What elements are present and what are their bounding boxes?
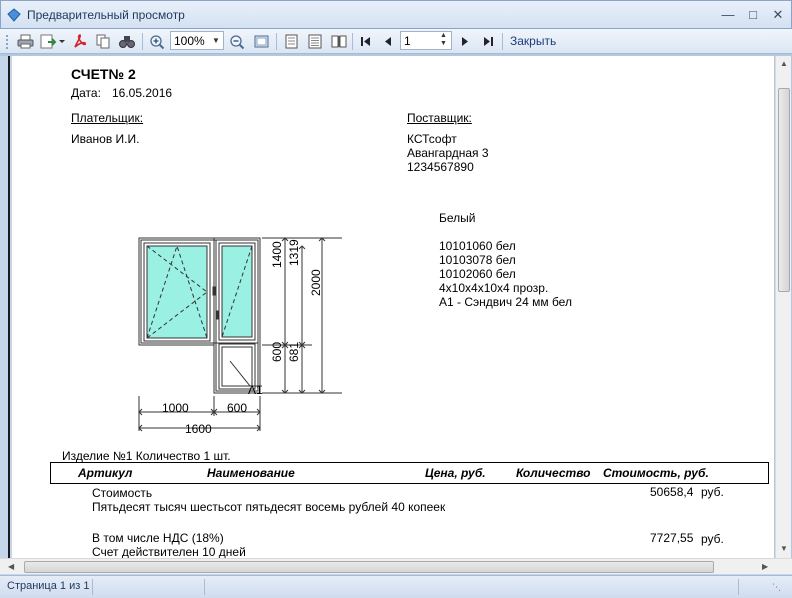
column-header: Цена, руб.	[425, 466, 486, 480]
find-icon[interactable]	[116, 32, 138, 51]
column-header: Наименование	[207, 466, 295, 480]
vertical-scrollbar[interactable]: ▲ ▼	[775, 56, 791, 558]
scroll-left-icon[interactable]: ◀	[8, 562, 14, 571]
supplier-label: Поставщик:	[407, 111, 472, 125]
payer-name: Иванов И.И.	[71, 132, 140, 146]
zoom-out-icon[interactable]	[226, 32, 248, 51]
supplier-line: Авангардная 3	[407, 146, 489, 160]
close-button[interactable]: Закрыть	[510, 34, 556, 48]
vertical-scroll-thumb[interactable]	[778, 88, 790, 292]
scroll-right-icon[interactable]: ▶	[762, 562, 768, 571]
copy-icon[interactable]	[92, 32, 114, 51]
spec-line: Белый	[439, 211, 476, 225]
pdf-icon[interactable]	[68, 32, 90, 51]
dim-height-total: 2000	[309, 269, 323, 296]
spec-line: 10103078 бел	[439, 253, 516, 267]
supplier-line: КСТсофт	[407, 132, 457, 146]
dim-width-total: 1600	[185, 422, 212, 436]
dim-height-lower-inner: 681	[287, 341, 301, 362]
validity-note: Счет действителен 10 дней	[92, 545, 246, 558]
item-label: Изделие №1 Количество 1 шт.	[62, 449, 231, 463]
horizontal-scroll-thumb[interactable]	[24, 561, 714, 573]
first-page-icon[interactable]	[356, 32, 376, 51]
window-title: Предварительный просмотр	[27, 8, 185, 22]
single-page-icon[interactable]	[280, 32, 302, 51]
status-bar: Страница 1 из 1 ⋱	[0, 575, 792, 598]
close-icon[interactable]: ✕	[767, 6, 789, 24]
chevron-down-icon[interactable]: ▼	[212, 36, 220, 45]
dim-height-inner: 1319	[287, 239, 301, 266]
dim-height-upper: 1400	[270, 241, 284, 268]
prev-page-icon[interactable]	[378, 32, 398, 51]
horizontal-scrollbar[interactable]: ◀ ▶	[0, 558, 792, 574]
spec-line: 10102060 бел	[439, 267, 516, 281]
panel-label: А1	[248, 383, 263, 397]
full-screen-icon[interactable]	[250, 32, 272, 51]
dim-width-right: 600	[227, 401, 248, 415]
page-width-icon[interactable]	[304, 32, 326, 51]
toolbar	[0, 29, 792, 54]
page-info: Страница 1 из 1	[7, 580, 90, 592]
spec-line: 4х10х4х10х4 прозр.	[439, 281, 549, 295]
two-pages-icon[interactable]	[328, 32, 350, 51]
scroll-up-icon[interactable]: ▲	[780, 59, 788, 68]
column-header: Стоимость, руб.	[603, 466, 709, 480]
dim-width-left: 1000	[162, 401, 189, 415]
zoom-in-icon[interactable]	[146, 32, 168, 51]
resize-grip-icon[interactable]: ⋱	[772, 582, 781, 593]
minimize-icon[interactable]: —	[717, 6, 739, 24]
grip-icon	[4, 32, 10, 51]
cost-value: 50658,4	[650, 485, 694, 499]
currency-label: руб.	[701, 485, 724, 499]
date-value: 16.05.2016	[112, 86, 173, 100]
title-bar: Предварительный просмотр — □ ✕	[0, 0, 792, 29]
date-label: Дата:	[71, 86, 101, 100]
currency-label: руб.	[701, 532, 724, 546]
app-icon	[7, 8, 21, 22]
dim-height-lower: 600	[270, 341, 284, 362]
page-spinner-icon[interactable]: ▲ ▼	[440, 32, 447, 48]
vat-label: В том числе НДС (18%)	[92, 531, 224, 545]
next-page-icon[interactable]	[456, 32, 474, 51]
payer-label: Плательщик:	[71, 111, 144, 125]
export-icon[interactable]	[38, 32, 66, 51]
spec-line: 10101060 бел	[439, 239, 516, 253]
column-header: Количество	[516, 466, 591, 480]
vat-value: 7727,55	[650, 531, 694, 545]
report-page: СЧЕТ№ 2 Дата: 16.05.2016 Плательщик: Ива…	[12, 56, 774, 558]
print-icon[interactable]	[14, 32, 36, 51]
last-page-icon[interactable]	[478, 32, 498, 51]
column-header: Артикул	[78, 466, 133, 480]
spec-line: А1 - Сэндвич 24 мм бел	[439, 295, 572, 309]
supplier-line: 1234567890	[407, 160, 474, 174]
maximize-icon[interactable]: □	[742, 6, 764, 24]
cost-label: Стоимость	[92, 486, 153, 500]
cost-in-words: Пятьдесят тысяч шестьсот пятьдесят восем…	[92, 500, 446, 514]
invoice-title: СЧЕТ№ 2	[71, 66, 136, 82]
scroll-down-icon[interactable]: ▼	[780, 544, 788, 553]
